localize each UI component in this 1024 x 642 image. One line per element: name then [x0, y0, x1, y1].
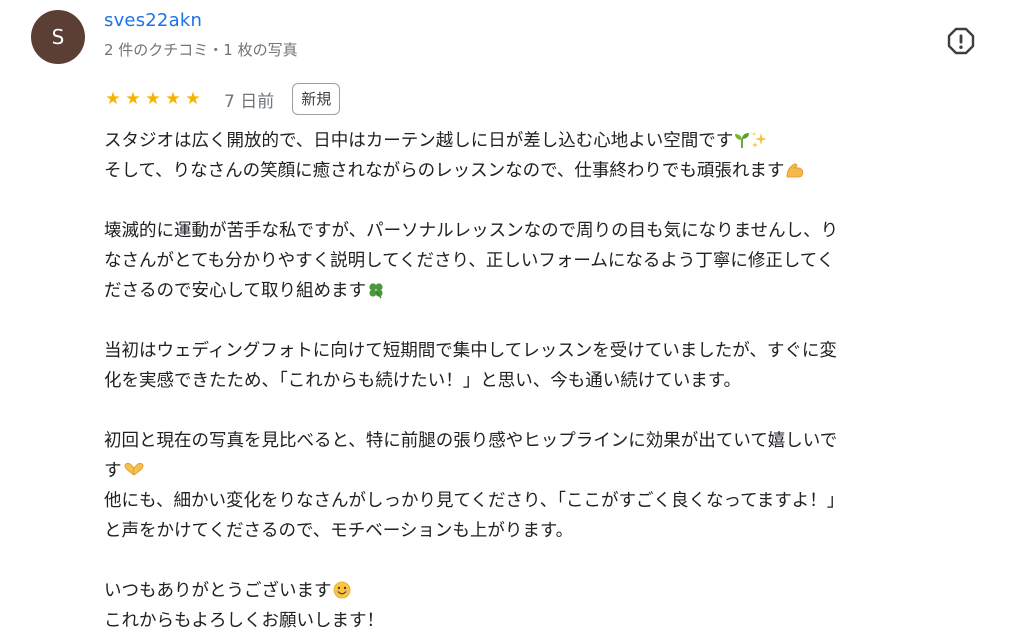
- review-card: S sves22akn 2 件のクチコミ・1 枚の写真 ★ ★ ★ ★ ★ 7 …: [0, 0, 1024, 642]
- smiling-face-icon: [333, 579, 351, 609]
- new-badge: 新規: [292, 83, 341, 115]
- star-rating: ★ ★ ★ ★ ★: [104, 88, 202, 109]
- review-line: 壊滅的に運動が苦手な私ですが、パーソナルレッスンなので周りの目も気になりませんし…: [104, 221, 839, 241]
- four-leaf-clover-icon: [367, 279, 385, 309]
- review-line: ださるので安心して取り組めます: [104, 276, 984, 306]
- author-meta: 2 件のクチコミ・1 枚の写真: [104, 41, 298, 59]
- heart-hands-icon: [123, 459, 145, 489]
- review-paragraph: 壊滅的に運動が苦手な私ですが、パーソナルレッスンなので周りの目も気になりませんし…: [104, 216, 984, 306]
- review-line: 当初はウェディングフォトに向けて短期間で集中してレッスンを受けていましたが、すぐ…: [104, 341, 837, 361]
- review-line: 化を実感できたため、「これからも続けたい！」と思い、今も通い続けています。: [104, 371, 741, 391]
- avatar[interactable]: S: [31, 10, 85, 64]
- seedling-icon: [734, 129, 750, 159]
- review-paragraph: 当初はウェディングフォトに向けて短期間で集中してレッスンを受けていましたが、すぐ…: [104, 336, 984, 396]
- review-paragraph: 初回と現在の写真を見比べると、特に前腿の張り感やヒップラインに効果が出ていて嬉し…: [104, 426, 984, 546]
- avatar-letter: S: [51, 25, 65, 49]
- review-line: 初回と現在の写真を見比べると、特に前腿の張り感やヒップラインに効果が出ていて嬉し…: [104, 431, 838, 451]
- star-icon: ★: [105, 88, 121, 109]
- author-name-link[interactable]: sves22akn: [104, 10, 202, 31]
- review-line: と声をかけてくださるので、モチベーションも上がります。: [104, 521, 574, 541]
- review-text: スタジオは広く開放的で、日中はカーテン越しに日が差し込む心地よい空間です そして…: [104, 126, 984, 636]
- rating-row: ★ ★ ★ ★ ★ 7 日前 新規: [104, 82, 341, 116]
- review-line: す: [104, 456, 984, 486]
- review-date: 7 日前: [224, 91, 275, 112]
- alert-octagon-icon: [947, 27, 975, 55]
- star-icon: ★: [145, 88, 161, 109]
- review-line: スタジオは広く開放的で、日中はカーテン越しに日が差し込む心地よい空間です: [104, 126, 984, 156]
- review-paragraph: いつもありがとうございます これからもよろしくお願いします！: [104, 576, 984, 636]
- flexed-biceps-icon: [785, 159, 805, 189]
- review-paragraph: スタジオは広く開放的で、日中はカーテン越しに日が差し込む心地よい空間です そして…: [104, 126, 984, 186]
- sparkles-icon: [751, 129, 768, 159]
- review-line: いつもありがとうございます: [104, 576, 984, 606]
- star-icon: ★: [125, 88, 141, 109]
- report-review-button[interactable]: [947, 27, 975, 55]
- review-line: なさんがとても分かりやすく説明してくださり、正しいフォームになるよう丁寧に修正し…: [104, 251, 835, 271]
- review-line: これからもよろしくお願いします！: [104, 611, 384, 631]
- star-icon: ★: [165, 88, 181, 109]
- review-line: そして、りなさんの笑顔に癒されながらのレッスンなので、仕事終わりでも頑張れます: [104, 156, 984, 186]
- review-line: 他にも、細かい変化をりなさんがしっかり見てくださり、「ここがすごく良くなってます…: [104, 491, 845, 511]
- star-icon: ★: [185, 88, 201, 109]
